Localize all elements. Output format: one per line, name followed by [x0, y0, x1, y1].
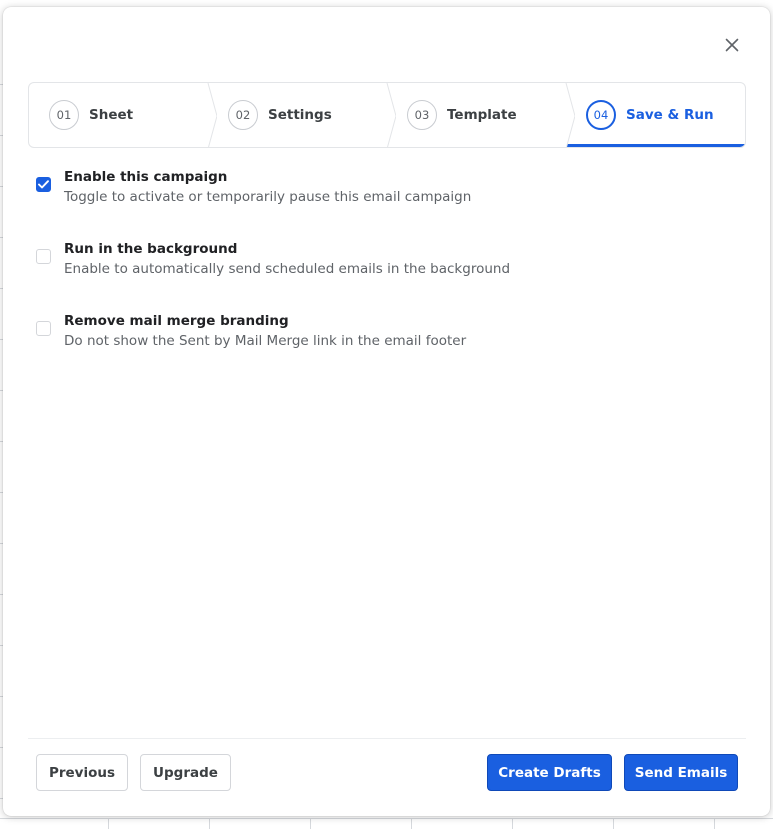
- option-description: Enable to automatically send scheduled e…: [64, 261, 511, 277]
- step-label: Sheet: [89, 107, 134, 123]
- grid-line: [613, 818, 614, 829]
- step-save-and-run[interactable]: 04 Save & Run: [566, 83, 745, 147]
- close-button[interactable]: [721, 34, 743, 56]
- step-label: Template: [447, 107, 517, 123]
- create-drafts-button[interactable]: Create Drafts: [487, 754, 612, 791]
- step-settings[interactable]: 02 Settings: [208, 83, 396, 147]
- grid-line: [512, 818, 513, 829]
- grid-line: [310, 818, 311, 829]
- footer-divider: [28, 738, 746, 739]
- chevron-separator-icon: [378, 83, 396, 147]
- grid-line: [209, 818, 210, 829]
- grid-line: [714, 818, 715, 829]
- option-title: Run in the background: [64, 241, 238, 257]
- step-label: Save & Run: [626, 107, 714, 123]
- option-description: Toggle to activate or temporarily pause …: [64, 189, 472, 205]
- enable-campaign-checkbox[interactable]: [36, 177, 51, 192]
- close-icon: [725, 38, 739, 52]
- option-description: Do not show the Sent by Mail Merge link …: [64, 333, 467, 349]
- campaign-modal: 01 Sheet 02 Settings 03 Template 04 Save…: [3, 7, 770, 816]
- step-number: 01: [49, 100, 79, 130]
- grid-line: [411, 818, 412, 829]
- step-number: 04: [586, 100, 616, 130]
- stepper: 01 Sheet 02 Settings 03 Template 04 Save…: [28, 82, 746, 148]
- upgrade-button[interactable]: Upgrade: [140, 754, 231, 791]
- grid-line: [0, 818, 773, 819]
- chevron-separator-icon: [199, 83, 217, 147]
- step-label: Settings: [268, 107, 332, 123]
- send-emails-button[interactable]: Send Emails: [624, 754, 738, 791]
- step-number: 03: [407, 100, 437, 130]
- step-number: 02: [228, 100, 258, 130]
- remove-branding-checkbox[interactable]: [36, 321, 51, 336]
- run-in-background-checkbox[interactable]: [36, 249, 51, 264]
- chevron-separator-icon: [557, 83, 575, 147]
- step-sheet[interactable]: 01 Sheet: [29, 83, 217, 147]
- previous-button[interactable]: Previous: [36, 754, 128, 791]
- option-title: Remove mail merge branding: [64, 313, 289, 329]
- step-template[interactable]: 03 Template: [387, 83, 575, 147]
- option-title: Enable this campaign: [64, 169, 228, 185]
- grid-line: [108, 818, 109, 829]
- check-icon: [38, 180, 49, 189]
